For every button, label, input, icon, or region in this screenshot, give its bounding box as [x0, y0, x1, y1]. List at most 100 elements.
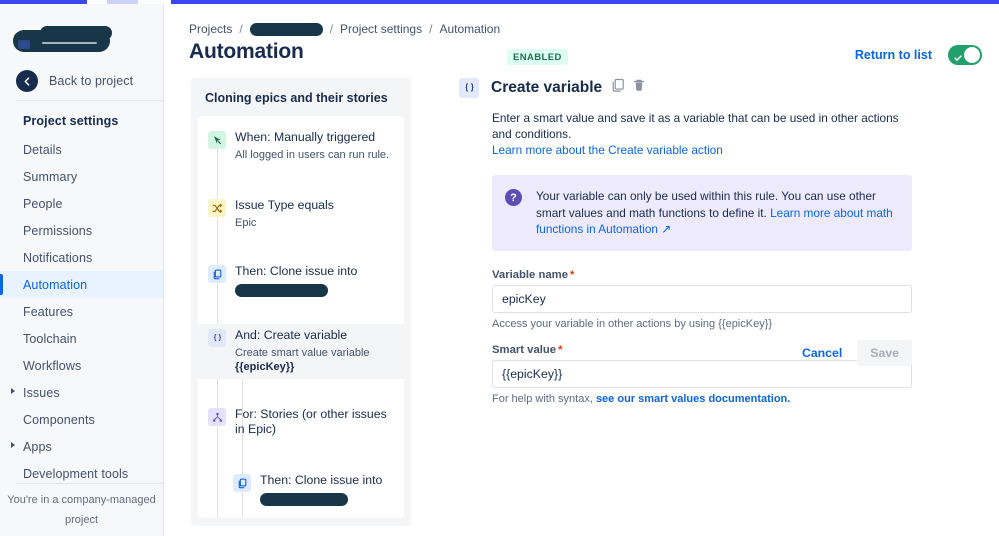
rule-step-title: Then: Clone issue into — [235, 264, 358, 278]
sidebar-nav: Project settings Details Summary People … — [0, 106, 163, 487]
variable-name-label: Variable name * — [492, 269, 912, 281]
variable-name-field-group: Variable name* Access your variable in o… — [492, 269, 912, 332]
copy-icon[interactable] — [611, 78, 625, 98]
rule-step-body: Then: Clone issue into — [260, 473, 396, 511]
sidebar-item-components[interactable]: Components — [0, 406, 163, 433]
smart-value-help: For help with syntax, see our smart valu… — [492, 392, 912, 407]
detail-title: Create variable — [491, 79, 603, 96]
sidebar-item-permissions[interactable]: Permissions — [0, 217, 163, 244]
curly-braces-icon — [459, 78, 479, 98]
page-title: Automation — [189, 40, 304, 63]
sidebar-item-label: Workflows — [23, 358, 82, 373]
return-to-list-link[interactable]: Return to list — [855, 48, 932, 62]
sidebar-item-features[interactable]: Features — [0, 298, 163, 325]
sidebar-item-label: Notifications — [23, 250, 93, 265]
sidebar-item-apps[interactable]: Apps — [0, 433, 163, 460]
rule-enabled-toggle[interactable] — [948, 45, 982, 65]
rule-step-branch-clone-issue[interactable]: Then: Clone issue into — [223, 469, 404, 516]
rule-step-title: For: Stories (or other issues in Epic) — [235, 407, 387, 436]
branch-icon — [208, 408, 226, 426]
rule-step-value-redacted — [235, 284, 328, 297]
copy-icon — [233, 474, 251, 492]
sidebar: Back to project Project settings Details… — [0, 4, 164, 536]
cursor-click-icon — [208, 131, 226, 149]
smart-value-help-text: For help with syntax, — [492, 392, 596, 405]
detail-footer-actions: Cancel Save — [492, 340, 912, 366]
breadcrumb-project-redacted[interactable] — [249, 22, 323, 36]
detail-header: Create variable — [459, 78, 999, 98]
sidebar-item-label: Permissions — [23, 223, 93, 238]
sidebar-learn-more-link[interactable]: Learn more — [0, 532, 163, 536]
breadcrumb-projects[interactable]: Projects — [189, 22, 232, 36]
sidebar-footer: You're in a company-managed project Lear… — [0, 490, 163, 536]
rule-step-body: For: Stories (or other issues in Epic) — [235, 407, 396, 437]
sidebar-item-notifications[interactable]: Notifications — [0, 244, 163, 271]
rule-name: Cloning epics and their stories — [205, 91, 388, 105]
rule-step-condition[interactable]: Issue Type equals Epic — [198, 194, 404, 235]
logo-mark-blue — [18, 40, 30, 49]
rule-step-subtitle-value: {{epicKey}} — [235, 361, 295, 373]
info-banner: ? Your variable can only be used within … — [492, 175, 912, 251]
rule-steps-card: When: Manually triggered All logged in u… — [198, 116, 404, 518]
rule-step-body: And: Create variable Create smart value … — [235, 328, 396, 374]
create-variable-learn-more-link[interactable]: Learn more about the Create variable act… — [492, 142, 912, 158]
smart-values-docs-link[interactable]: see our smart values documentation. — [596, 393, 790, 405]
sidebar-item-label: Toolchain — [23, 331, 77, 346]
rule-steps-panel: Cloning epics and their stories When: Ma… — [191, 78, 411, 526]
rule-step-value-redacted — [260, 493, 348, 506]
rule-step-trigger[interactable]: When: Manually triggered All logged in u… — [198, 126, 404, 167]
sidebar-item-label: Details — [23, 142, 62, 157]
component-detail-pane: Create variable Enter a smart value and … — [459, 78, 999, 536]
sidebar-item-label: Development tools — [23, 466, 129, 481]
sidebar-item-summary[interactable]: Summary — [0, 163, 163, 190]
rule-step-subtitle: Epic — [235, 217, 257, 229]
sidebar-item-label: Apps — [23, 439, 52, 454]
back-to-project-button[interactable]: Back to project — [0, 66, 163, 96]
sidebar-item-automation[interactable]: Automation — [0, 271, 163, 298]
breadcrumb-automation[interactable]: Automation — [439, 22, 500, 36]
rule-step-body: Issue Type equals Epic — [235, 198, 396, 230]
trash-icon[interactable] — [632, 78, 646, 98]
rule-step-body: When: Manually triggered All logged in u… — [235, 130, 396, 162]
sidebar-item-label: Automation — [23, 277, 88, 292]
rule-step-title: And: Create variable — [235, 328, 348, 342]
sidebar-section-heading: Project settings — [23, 114, 119, 128]
rule-step-create-variable[interactable]: And: Create variable Create smart value … — [198, 324, 404, 379]
sidebar-item-toolchain[interactable]: Toolchain — [0, 325, 163, 352]
cancel-button[interactable]: Cancel — [791, 340, 853, 366]
sidebar-item-issues[interactable]: Issues — [0, 379, 163, 406]
sidebar-item-details[interactable]: Details — [0, 136, 163, 163]
app-root: Back to project Project settings Details… — [0, 0, 999, 536]
rule-step-title: Then: Clone issue into — [260, 473, 383, 487]
sidebar-item-label: Components — [23, 412, 95, 427]
rule-step-branch-stories[interactable]: For: Stories (or other issues in Epic) — [198, 403, 404, 442]
back-to-project-label: Back to project — [49, 74, 134, 88]
sidebar-item-label: Issues — [23, 385, 60, 400]
sidebar-item-people[interactable]: People — [0, 190, 163, 217]
breadcrumb-project-settings[interactable]: Project settings — [340, 22, 422, 36]
rule-step-subtitle: All logged in users can run rule. — [235, 149, 390, 161]
info-banner-text: Your variable can only be used within th… — [536, 188, 898, 238]
sidebar-item-workflows[interactable]: Workflows — [0, 352, 163, 379]
toggle-knob — [964, 47, 980, 63]
copy-icon — [208, 265, 226, 283]
save-button[interactable]: Save — [857, 340, 912, 366]
rule-step-clone-issue[interactable]: Then: Clone issue into — [198, 260, 404, 307]
detail-description: Enter a smart value and save it as a var… — [492, 110, 912, 158]
detail-description-text: Enter a smart value and save it as a var… — [492, 111, 899, 141]
breadcrumb: Projects / / Project settings / Automati… — [189, 22, 500, 36]
variable-name-help: Access your variable in other actions by… — [492, 317, 773, 330]
chevron-right-icon — [11, 442, 15, 448]
variable-name-label-text: Variable name — [492, 268, 568, 281]
detail-header-actions — [611, 78, 646, 98]
breadcrumb-separator: / — [329, 22, 334, 36]
main-content: Projects / / Project settings / Automati… — [164, 4, 999, 536]
required-asterisk: * — [569, 268, 575, 281]
variable-name-input[interactable] — [492, 284, 912, 313]
rule-step-subtitle: Create smart value variable {{epicKey}} — [235, 346, 396, 374]
project-logo[interactable] — [0, 12, 163, 60]
sidebar-divider-bottom — [16, 483, 163, 484]
sidebar-divider-top — [16, 100, 163, 101]
logo-underline — [42, 42, 97, 44]
company-managed-note: You're in a company-managed project — [7, 494, 156, 526]
